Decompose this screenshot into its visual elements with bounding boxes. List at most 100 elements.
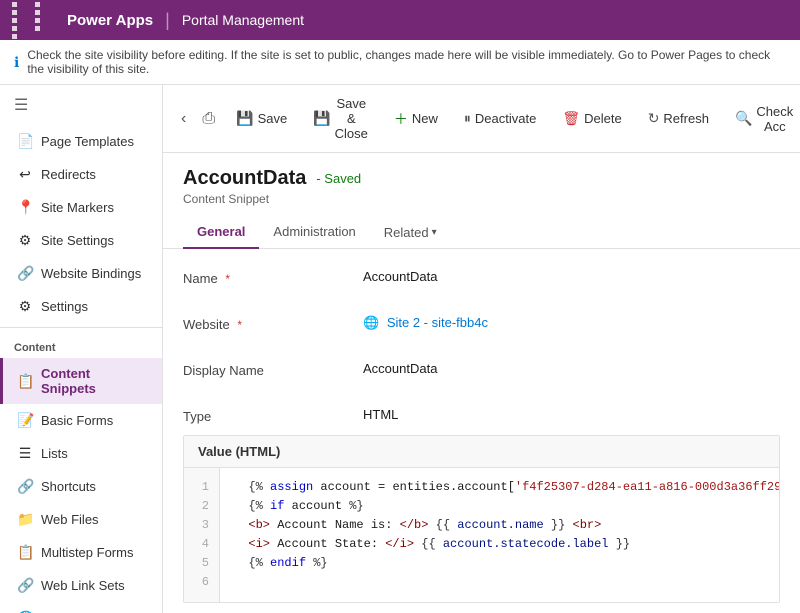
web-link-sets-icon: 🔗 <box>17 577 33 594</box>
web-files-icon: 📁 <box>17 511 33 528</box>
line-num-2: 2 <box>194 497 209 516</box>
save-close-button[interactable]: 💾 Save & Close <box>302 91 379 146</box>
sidebar-item-redirects[interactable]: ↩ Redirects <box>0 158 162 191</box>
delete-icon: 🗑 <box>562 110 580 127</box>
code-line-2: {% if account %} <box>234 497 765 516</box>
sidebar-label-basic-forms: Basic Forms <box>41 413 113 428</box>
code-section: Value (HTML) 1 2 3 4 5 6 {% assign accou… <box>183 435 780 603</box>
sidebar-item-portal-languages[interactable]: 🌐 Portal Languages <box>0 602 162 613</box>
new-icon: ＋ <box>394 109 408 129</box>
form-row-website: Website * 🌐 Site 2 - site-fbb4c <box>183 315 780 343</box>
refresh-button[interactable]: ↻ Refresh <box>637 105 720 132</box>
save-label: Save <box>258 111 288 126</box>
website-link[interactable]: Site 2 - site-fbb4c <box>387 315 488 330</box>
sidebar-item-site-markers[interactable]: 📍 Site Markers <box>0 191 162 224</box>
website-value: 🌐 Site 2 - site-fbb4c <box>363 315 780 331</box>
hamburger-icon[interactable]: ☰ <box>0 85 162 125</box>
app-grid-icon[interactable] <box>12 2 55 39</box>
deactivate-icon: ⏸ <box>464 110 471 127</box>
sidebar-label-site-settings: Site Settings <box>41 233 114 248</box>
sidebar-item-web-files[interactable]: 📁 Web Files <box>0 503 162 536</box>
sidebar-item-lists[interactable]: ☰ Lists <box>0 437 162 470</box>
save-icon: 💾 <box>236 110 253 127</box>
form-row-display-name: Display Name AccountData <box>183 361 780 389</box>
line-num-3: 3 <box>194 516 209 535</box>
line-numbers: 1 2 3 4 5 6 <box>184 468 220 602</box>
delete-button[interactable]: 🗑 Delete <box>551 105 632 132</box>
sidebar-label-page-templates: Page Templates <box>41 134 134 149</box>
redirects-icon: ↩ <box>17 166 33 183</box>
code-line-4: <i> Account State: </i> {{ account.state… <box>234 535 765 554</box>
sidebar-item-page-templates[interactable]: 📄 Page Templates <box>0 125 162 158</box>
content-area: ‹ ⎙ 💾 Save 💾 Save & Close ＋ New ⏸ Deacti… <box>163 85 800 613</box>
name-value: AccountData <box>363 269 780 284</box>
sidebar-label-web-files: Web Files <box>41 512 99 527</box>
settings-icon: ⚙ <box>17 298 33 315</box>
type-label: Type <box>183 407 363 424</box>
content-section-label: Content <box>0 332 162 358</box>
page-templates-icon: 📄 <box>17 133 33 150</box>
sidebar-label-shortcuts: Shortcuts <box>41 479 96 494</box>
info-bar: ℹ Check the site visibility before editi… <box>0 40 800 85</box>
tab-general[interactable]: General <box>183 216 259 249</box>
new-button[interactable]: ＋ New <box>383 104 449 134</box>
website-bindings-icon: 🔗 <box>17 265 33 282</box>
check-icon: 🔍 <box>735 110 752 127</box>
sidebar-divider <box>0 327 162 328</box>
check-label: Check Acc <box>756 104 793 134</box>
app-name: Power Apps <box>67 12 153 29</box>
deactivate-button[interactable]: ⏸ Deactivate <box>453 105 547 132</box>
top-bar: Power Apps | Portal Management <box>0 0 800 40</box>
sidebar-item-shortcuts[interactable]: 🔗 Shortcuts <box>0 470 162 503</box>
form-row-type: Type HTML <box>183 407 780 425</box>
page-title-row: AccountData - Saved <box>183 167 780 190</box>
line-num-1: 1 <box>194 478 209 497</box>
line-num-5: 5 <box>194 554 209 573</box>
record-title: AccountData <box>183 167 306 190</box>
sidebar-item-settings[interactable]: ⚙ Settings <box>0 290 162 323</box>
save-button[interactable]: 💾 Save <box>225 105 298 132</box>
code-line-6 <box>234 573 765 592</box>
info-message: Check the site visibility before editing… <box>27 48 786 76</box>
check-acc-button[interactable]: 🔍 Check Acc <box>724 99 800 139</box>
refresh-icon: ↻ <box>648 110 660 127</box>
sidebar-item-website-bindings[interactable]: 🔗 Website Bindings <box>0 257 162 290</box>
type-value: HTML <box>363 407 780 422</box>
basic-forms-icon: 📝 <box>17 412 33 429</box>
code-lines[interactable]: {% assign account = entities.account['f4… <box>220 468 779 602</box>
globe-icon: 🌐 <box>363 315 379 330</box>
forward-button[interactable]: ⎙ <box>196 106 221 132</box>
sidebar-label-site-markers: Site Markers <box>41 200 114 215</box>
page-title: Portal Management <box>182 12 304 28</box>
sidebar-label-content-snippets: Content Snippets <box>41 366 148 396</box>
toolbar: ‹ ⎙ 💾 Save 💾 Save & Close ＋ New ⏸ Deacti… <box>163 85 800 153</box>
refresh-label: Refresh <box>663 111 709 126</box>
tab-administration[interactable]: Administration <box>259 216 369 249</box>
shortcuts-icon: 🔗 <box>17 478 33 495</box>
tabs: General Administration Related ▾ <box>163 216 800 249</box>
sidebar-item-basic-forms[interactable]: 📝 Basic Forms <box>0 404 162 437</box>
name-required-star: * <box>225 272 230 286</box>
sidebar-item-web-link-sets[interactable]: 🔗 Web Link Sets <box>0 569 162 602</box>
website-required-star: * <box>237 318 242 332</box>
display-name-value: AccountData <box>363 361 780 376</box>
back-button[interactable]: ‹ <box>175 106 192 132</box>
site-markers-icon: 📍 <box>17 199 33 216</box>
sidebar-item-multistep-forms[interactable]: 📋 Multistep Forms <box>0 536 162 569</box>
saved-badge: - Saved <box>316 171 361 186</box>
delete-label: Delete <box>584 111 622 126</box>
sidebar-item-site-settings[interactable]: ⚙ Site Settings <box>0 224 162 257</box>
main-layout: ☰ 📄 Page Templates ↩ Redirects 📍 Site Ma… <box>0 85 800 613</box>
form-row-name: Name * AccountData <box>183 269 780 297</box>
new-label: New <box>412 111 438 126</box>
line-num-4: 4 <box>194 535 209 554</box>
code-body: 1 2 3 4 5 6 {% assign account = entities… <box>184 468 779 602</box>
sidebar-label-settings: Settings <box>41 299 88 314</box>
sidebar-item-content-snippets[interactable]: 📋 Content Snippets <box>0 358 162 404</box>
website-label: Website * <box>183 315 363 332</box>
save-close-icon: 💾 <box>313 110 330 127</box>
sidebar-label-website-bindings: Website Bindings <box>41 266 141 281</box>
site-settings-icon: ⚙ <box>17 232 33 249</box>
display-name-label: Display Name <box>183 361 363 378</box>
tab-related[interactable]: Related ▾ <box>370 217 451 248</box>
